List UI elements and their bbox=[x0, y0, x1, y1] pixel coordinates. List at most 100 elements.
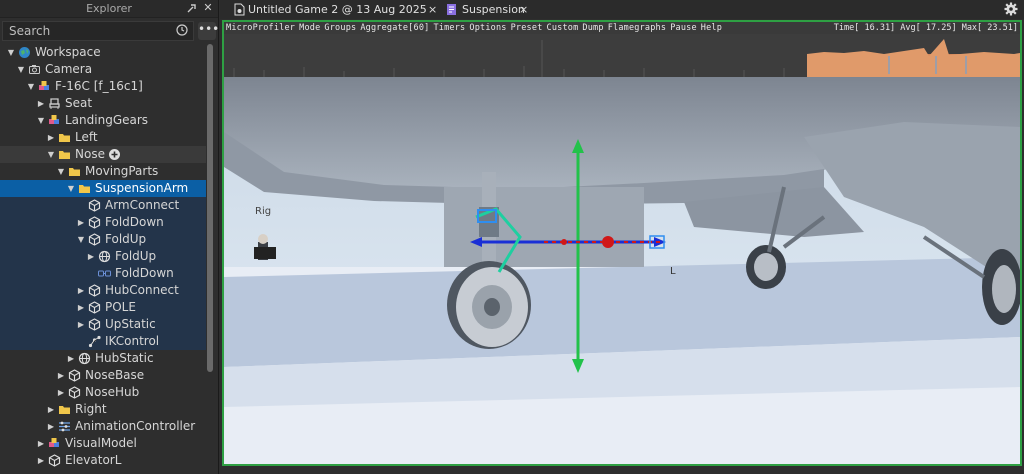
tree-item-seat[interactable]: ▶ Seat bbox=[0, 95, 206, 112]
chevron-right-icon[interactable]: ▶ bbox=[36, 452, 46, 469]
tree-item-f-16c-f-16c1[interactable]: ▼ F-16C [f_16c1] bbox=[0, 78, 206, 95]
tree-item-foldup[interactable]: ▶ FoldUp bbox=[0, 248, 206, 265]
tab-label: Suspension bbox=[462, 3, 525, 16]
tab-close-icon[interactable]: × bbox=[519, 0, 528, 19]
tree-item-suspensionarm[interactable]: ▼ SuspensionArm bbox=[0, 180, 206, 197]
explorer-scrollbar[interactable] bbox=[207, 44, 213, 372]
microprofiler-menu-item[interactable]: Aggregate[60] bbox=[360, 23, 429, 33]
microprofiler-menu-item[interactable]: Custom bbox=[547, 23, 579, 33]
tab-bar: Untitled Game 2 @ 13 Aug 2025 01:57 × Su… bbox=[220, 0, 1024, 35]
chevron-down-icon[interactable]: ▼ bbox=[16, 61, 26, 78]
microprofiler-menu-item[interactable]: Preset bbox=[511, 23, 543, 33]
tree-item-label: Camera bbox=[45, 62, 93, 76]
tree-item-label: HubStatic bbox=[95, 351, 154, 365]
animation-controller-icon bbox=[58, 420, 71, 433]
explorer-tree: ▼ Workspace ▼ Camera ▼ F-16C [f_16c1] ▶ Seat ▼ La… bbox=[0, 44, 206, 474]
microprofiler-menu-item[interactable]: Pause bbox=[670, 23, 697, 33]
chevron-right-icon[interactable]: ▶ bbox=[46, 401, 56, 418]
tree-item-label: SuspensionArm bbox=[95, 181, 189, 195]
tree-item-camera[interactable]: ▼ Camera bbox=[0, 61, 206, 78]
explorer-panel: Explorer ✕ ••• ▼ Workspace ▼ Camera ▼ F-16C [… bbox=[0, 0, 219, 474]
microprofiler-menu-item[interactable]: MicroProfiler bbox=[226, 23, 295, 33]
microprofiler-menu-item[interactable]: Flamegraphs bbox=[608, 23, 667, 33]
microprofiler-menu-item[interactable]: Timers bbox=[433, 23, 465, 33]
search-input[interactable] bbox=[2, 21, 194, 41]
part-icon bbox=[88, 284, 101, 297]
tree-item-animationcontroller[interactable]: ▶ AnimationController bbox=[0, 418, 206, 435]
chevron-right-icon[interactable]: ▶ bbox=[76, 214, 86, 231]
camera-icon bbox=[28, 63, 41, 76]
more-options-button[interactable]: ••• bbox=[198, 22, 219, 40]
chevron-right-icon[interactable]: ▶ bbox=[56, 384, 66, 401]
chevron-right-icon[interactable]: ▶ bbox=[86, 248, 96, 265]
tab-suspension[interactable]: Suspension × bbox=[442, 0, 532, 19]
tree-item-armconnect[interactable]: ArmConnect bbox=[0, 197, 206, 214]
part-icon bbox=[68, 386, 81, 399]
tree-item-folddown[interactable]: ▶ FoldDown bbox=[0, 214, 206, 231]
microprofiler-menu-item[interactable]: Options bbox=[469, 23, 506, 33]
tree-item-movingparts[interactable]: ▼ MovingParts bbox=[0, 163, 206, 180]
chevron-down-icon[interactable]: ▼ bbox=[66, 180, 76, 197]
add-icon[interactable] bbox=[108, 148, 121, 161]
tree-item-workspace[interactable]: ▼ Workspace bbox=[0, 44, 206, 61]
microprofiler-menu-item[interactable]: Dump bbox=[582, 23, 603, 33]
microprofiler-menu-item[interactable]: Mode bbox=[299, 23, 320, 33]
tree-item-visualmodel[interactable]: ▶ VisualModel bbox=[0, 435, 206, 452]
tree-item-label: Right bbox=[75, 402, 107, 416]
search-row: ••• bbox=[2, 21, 219, 41]
script-icon bbox=[447, 4, 456, 15]
rig-label: Rig bbox=[255, 206, 272, 217]
model-icon bbox=[38, 80, 51, 93]
tree-item-nose[interactable]: ▼ Nose bbox=[0, 146, 206, 163]
chevron-down-icon[interactable]: ▼ bbox=[76, 231, 86, 248]
chevron-down-icon[interactable]: ▼ bbox=[6, 44, 16, 61]
microprofiler-menu-item[interactable]: Help bbox=[701, 23, 722, 33]
chevron-right-icon[interactable]: ▶ bbox=[46, 129, 56, 146]
chevron-right-icon[interactable]: ▶ bbox=[66, 350, 76, 367]
chevron-right-icon[interactable]: ▶ bbox=[76, 282, 86, 299]
place-file-icon bbox=[234, 3, 245, 16]
tree-item-hubconnect[interactable]: ▶ HubConnect bbox=[0, 282, 206, 299]
tree-item-elevatorl[interactable]: ▶ ElevatorL bbox=[0, 452, 206, 469]
tree-item-right[interactable]: ▶ Right bbox=[0, 401, 206, 418]
tree-item-label: FoldDown bbox=[105, 215, 164, 229]
tree-item-label: POLE bbox=[105, 300, 136, 314]
tab-close-icon[interactable]: × bbox=[428, 0, 437, 19]
tree-item-nosebase[interactable]: ▶ NoseBase bbox=[0, 367, 206, 384]
tree-item-pole[interactable]: ▶ POLE bbox=[0, 299, 206, 316]
tree-item-landinggears[interactable]: ▼ LandingGears bbox=[0, 112, 206, 129]
tree-item-label: Seat bbox=[65, 96, 93, 110]
chevron-right-icon[interactable]: ▶ bbox=[76, 299, 86, 316]
tree-item-ikcontrol[interactable]: IKControl bbox=[0, 333, 206, 350]
chevron-right-icon[interactable]: ▶ bbox=[76, 316, 86, 333]
tree-item-nosehub[interactable]: ▶ NoseHub bbox=[0, 384, 206, 401]
chevron-down-icon[interactable]: ▼ bbox=[56, 163, 66, 180]
tree-item-label: Nose bbox=[75, 147, 105, 161]
chevron-down-icon[interactable]: ▼ bbox=[46, 146, 56, 163]
tab-untitled-game[interactable]: Untitled Game 2 @ 13 Aug 2025 01:57 × bbox=[230, 0, 438, 35]
seat-icon bbox=[48, 97, 61, 110]
chevron-down-icon[interactable]: ▼ bbox=[26, 78, 36, 95]
chevron-right-icon[interactable]: ▶ bbox=[36, 435, 46, 452]
part-icon bbox=[88, 301, 101, 314]
tree-item-label: FoldUp bbox=[105, 232, 147, 246]
folder-icon bbox=[78, 182, 91, 195]
undock-icon[interactable] bbox=[186, 2, 198, 14]
history-icon[interactable] bbox=[175, 23, 189, 37]
tree-item-folddown[interactable]: FoldDown bbox=[0, 265, 206, 282]
chevron-down-icon[interactable]: ▼ bbox=[36, 112, 46, 129]
tree-item-hubstatic[interactable]: ▶ HubStatic bbox=[0, 350, 206, 367]
gear-icon[interactable] bbox=[1004, 2, 1018, 16]
microprofiler-menu-item[interactable]: Groups bbox=[324, 23, 356, 33]
close-icon[interactable]: ✕ bbox=[202, 2, 214, 14]
3d-viewport[interactable]: MicroProfiler Mode Groups Aggregate[60] Time… bbox=[222, 20, 1022, 466]
meshpart-icon bbox=[98, 250, 111, 263]
chevron-right-icon[interactable]: ▶ bbox=[46, 418, 56, 435]
chevron-right-icon[interactable]: ▶ bbox=[56, 367, 66, 384]
tree-item-left[interactable]: ▶ Left bbox=[0, 129, 206, 146]
tree-item-upstatic[interactable]: ▶ UpStatic bbox=[0, 316, 206, 333]
chevron-right-icon[interactable]: ▶ bbox=[36, 95, 46, 112]
tree-item-foldup[interactable]: ▼ FoldUp bbox=[0, 231, 206, 248]
tree-item-label: ElevatorL bbox=[65, 453, 122, 467]
tree-item-label: LandingGears bbox=[65, 113, 149, 127]
